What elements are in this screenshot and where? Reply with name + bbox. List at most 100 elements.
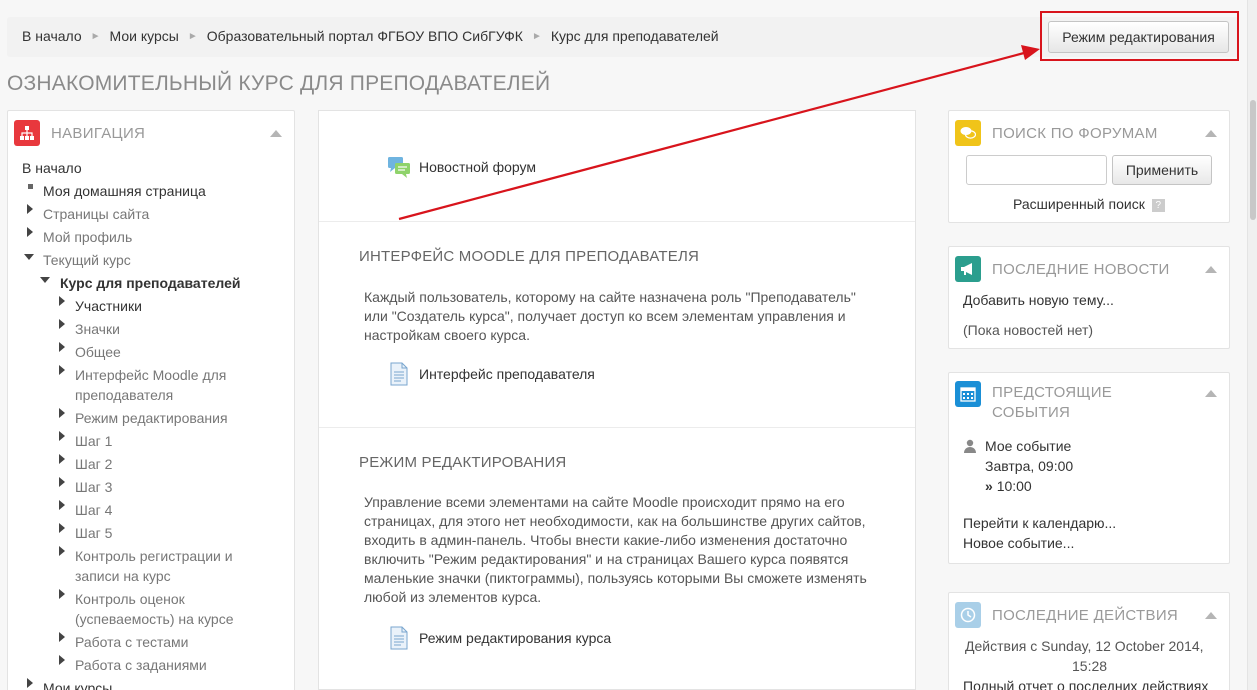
nav-my-courses[interactable]: Мои курсы <box>43 678 112 690</box>
navigation-block: НАВИГАЦИЯ В начало Моя домашняя страница… <box>7 110 295 690</box>
nav-registration-line1[interactable]: Контроль регистрации и <box>75 546 233 566</box>
section-summary-interface: Каждый пользователь, которому на сайте н… <box>364 288 894 345</box>
collapse-tree-icon[interactable] <box>40 277 50 283</box>
latest-news-title: ПОСЛЕДНИЕ НОВОСТИ <box>992 260 1170 278</box>
event-end-marker: » <box>985 478 993 494</box>
expand-icon[interactable] <box>59 319 65 329</box>
collapse-tree-icon[interactable] <box>24 254 34 260</box>
expand-icon[interactable] <box>27 227 33 237</box>
section-divider <box>319 221 915 222</box>
nav-edit-mode[interactable]: Режим редактирования <box>75 408 228 428</box>
forum-search-block: ПОИСК ПО ФОРУМАМ Применить Расширенный п… <box>948 110 1230 223</box>
help-icon[interactable]: ? <box>1151 198 1165 212</box>
upcoming-events-header: ПРЕДСТОЯЩИЕ СОБЫТИЯ <box>955 381 1221 421</box>
expand-icon[interactable] <box>27 678 33 688</box>
edit-mode-button[interactable]: Режим редактирования <box>1048 21 1229 53</box>
news-forum-label: Новостной форум <box>419 159 537 175</box>
section-divider <box>319 427 915 428</box>
latest-news-block: ПОСЛЕДНИЕ НОВОСТИ Добавить новую тему...… <box>948 246 1230 349</box>
forum-search-header: ПОИСК ПО ФОРУМАМ <box>955 119 1221 147</box>
breadcrumb-my-courses[interactable]: Мои курсы <box>110 28 179 44</box>
nav-step-3[interactable]: Шаг 3 <box>75 477 112 497</box>
activity-since-line2: 15:28 <box>1072 658 1108 674</box>
section-title-interface: ИНТЕРФЕЙС MOODLE ДЛЯ ПРЕПОДАВАТЕЛЯ <box>359 248 700 265</box>
expand-icon[interactable] <box>59 632 65 642</box>
summary-line: или "Создатель курса", получает доступ к… <box>364 308 846 324</box>
event-end: » 10:00 <box>985 476 1032 496</box>
expand-icon[interactable] <box>59 546 65 556</box>
activity-since-line1: Действия с Sunday, 12 October 2014, <box>965 638 1204 654</box>
breadcrumb-portal[interactable]: Образовательный портал ФГБОУ ВПО СибГУФК <box>207 28 523 44</box>
collapse-icon[interactable] <box>270 129 282 137</box>
resource-interface-link[interactable]: Интерфейс преподавателя <box>387 362 595 386</box>
vertical-scrollbar[interactable] <box>1247 0 1257 690</box>
expand-icon[interactable] <box>59 365 65 375</box>
expand-icon[interactable] <box>59 408 65 418</box>
breadcrumb-home[interactable]: В начало <box>22 28 82 44</box>
nav-badges[interactable]: Значки <box>75 319 120 339</box>
expand-icon[interactable] <box>27 204 33 214</box>
nav-step-2[interactable]: Шаг 2 <box>75 454 112 474</box>
nav-interface-line1[interactable]: Интерфейс Moodle для <box>75 365 226 385</box>
latest-news-header: ПОСЛЕДНИЕ НОВОСТИ <box>955 255 1221 283</box>
news-forum-link[interactable]: Новостной форум <box>387 155 536 179</box>
resource-edit-mode-link[interactable]: Режим редактирования курса <box>387 626 611 650</box>
full-report-link[interactable]: Полный отчет о последних действиях <box>963 676 1208 690</box>
nav-dashboard[interactable]: Моя домашняя страница <box>43 181 206 201</box>
nav-quizzes[interactable]: Работа с тестами <box>75 632 189 652</box>
megaphone-icon <box>955 256 981 282</box>
add-topic-link[interactable]: Добавить новую тему... <box>963 290 1114 310</box>
nav-registration-line2[interactable]: записи на курс <box>75 566 171 586</box>
collapse-icon[interactable] <box>1205 390 1217 397</box>
collapse-icon[interactable] <box>1205 265 1217 273</box>
expand-icon[interactable] <box>59 454 65 464</box>
upcoming-events-title-line2: СОБЫТИЯ <box>992 404 1071 421</box>
forum-search-input[interactable] <box>966 155 1107 185</box>
nav-interface-line2[interactable]: преподавателя <box>75 385 173 405</box>
nav-step-1[interactable]: Шаг 1 <box>75 431 112 451</box>
file-icon <box>390 362 408 386</box>
advanced-search-link[interactable]: Расширенный поиск ? <box>1013 194 1165 214</box>
breadcrumb-course[interactable]: Курс для преподавателей <box>551 28 719 44</box>
breadcrumb: В начало ► Мои курсы ► Образовательный п… <box>22 28 719 44</box>
expand-icon[interactable] <box>59 500 65 510</box>
nav-grades-line2[interactable]: (успеваемость) на курсе <box>75 609 234 629</box>
expand-icon[interactable] <box>59 523 65 533</box>
nav-grades-line1[interactable]: Контроль оценок <box>75 589 185 609</box>
nav-step-4[interactable]: Шаг 4 <box>75 500 112 520</box>
sitemap-icon <box>14 120 40 146</box>
apply-button[interactable]: Применить <box>1112 155 1212 185</box>
summary-line: настройкам своего курса. <box>364 327 530 343</box>
event-name-link[interactable]: Мое событие <box>985 436 1071 456</box>
nav-step-5[interactable]: Шаг 5 <box>75 523 112 543</box>
upcoming-events-block: ПРЕДСТОЯЩИЕ СОБЫТИЯ Мое событие Завтра, … <box>948 372 1230 564</box>
collapse-icon[interactable] <box>1205 611 1217 619</box>
nav-assignments[interactable]: Работа с заданиями <box>75 655 207 675</box>
course-content: Новостной форум ИНТЕРФЕЙС MOODLE ДЛЯ ПРЕ… <box>318 110 916 690</box>
expand-icon[interactable] <box>59 431 65 441</box>
collapse-icon[interactable] <box>1205 129 1217 137</box>
nav-profile[interactable]: Мой профиль <box>43 227 132 247</box>
calendar-icon <box>955 381 981 407</box>
expand-icon[interactable] <box>59 655 65 665</box>
expand-icon[interactable] <box>59 342 65 352</box>
new-event-link[interactable]: Новое событие... <box>963 533 1074 553</box>
section-title-edit-mode: РЕЖИМ РЕДАКТИРОВАНИЯ <box>359 454 567 471</box>
go-to-calendar-link[interactable]: Перейти к календарю... <box>963 513 1116 533</box>
scrollbar-thumb[interactable] <box>1250 100 1256 220</box>
nav-course[interactable]: Курс для преподавателей <box>60 273 240 293</box>
expand-icon[interactable] <box>59 296 65 306</box>
forum-icon <box>388 157 410 178</box>
event-date: Завтра, 09:00 <box>985 458 1074 474</box>
expand-icon[interactable] <box>59 477 65 487</box>
nav-current-course[interactable]: Текущий курс <box>43 250 131 270</box>
nav-participants[interactable]: Участники <box>75 296 142 316</box>
resource-edit-mode-label: Режим редактирования курса <box>419 630 612 646</box>
navigation-title: НАВИГАЦИЯ <box>51 124 146 142</box>
nav-home[interactable]: В начало <box>22 158 82 178</box>
nav-site-pages[interactable]: Страницы сайта <box>43 204 149 224</box>
summary-line: входить в админ-панель. Чтобы внести как… <box>364 532 848 548</box>
expand-icon[interactable] <box>59 589 65 599</box>
breadcrumb-separator-icon: ► <box>90 30 101 42</box>
nav-general[interactable]: Общее <box>75 342 121 362</box>
